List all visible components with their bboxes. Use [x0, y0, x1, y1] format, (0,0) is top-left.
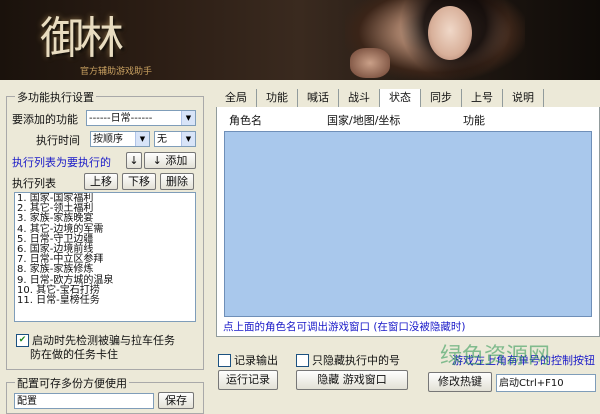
hide-game-window-button[interactable]: 隐藏 游戏窗口	[296, 370, 408, 390]
run-log-button[interactable]: 运行记录	[218, 370, 278, 390]
add-function-select[interactable]: ------日常------ ▼	[86, 110, 196, 126]
tab-global[interactable]: 全局	[216, 89, 257, 107]
exec-time-select[interactable]: 无 ▼	[154, 131, 196, 147]
tab-sync[interactable]: 同步	[421, 89, 462, 107]
hide-exec-checkbox[interactable]: 只隐藏执行中的号	[296, 352, 400, 368]
checkbox-box	[296, 353, 309, 367]
tab-status[interactable]: 状态	[380, 89, 421, 107]
checkbox-box	[218, 353, 231, 367]
exec-time-label: 执行时间	[36, 134, 80, 147]
save-config-button[interactable]: 保存	[158, 392, 194, 409]
exec-list-label: 执行列表	[12, 177, 56, 190]
chevron-down-icon: ▼	[181, 111, 195, 125]
exec-time-value: 无	[157, 134, 167, 145]
list-item[interactable]: 11. 日常-皇榜任务	[17, 295, 193, 306]
add-button-label: 添加	[165, 154, 188, 167]
column-header-location[interactable]: 国家/地图/坐标	[327, 112, 400, 128]
exec-list-hint: 执行列表为要执行的	[12, 156, 111, 169]
record-output-label: 记录输出	[234, 354, 278, 367]
header-banner: 御林 官方辅助游戏助手	[0, 0, 600, 80]
banner-portrait-hand	[350, 48, 390, 78]
tab-bar: 全局 功能 喊话 战斗 状态 同步 上号 说明	[216, 89, 600, 108]
startup-check-label-2: 防在做的任务卡住	[30, 348, 118, 361]
status-tab-panel: 角色名 国家/地图/坐标 功能 点上面的角色名可调出游戏窗口 (在窗口没被隐藏时…	[216, 107, 600, 337]
multi-function-group-title: 多功能执行设置	[15, 89, 96, 105]
config-group-title: 配置可存多份方便使用	[15, 375, 129, 391]
hide-exec-label: 只隐藏执行中的号	[312, 354, 400, 367]
delete-button[interactable]: 删除	[160, 173, 194, 190]
tab-shout[interactable]: 喊话	[298, 89, 339, 107]
column-header-function[interactable]: 功能	[463, 112, 485, 128]
exec-list[interactable]: 1. 国家-国家福利 2. 其它-领土福利 3. 家族-家族晚宴 4. 其它-边…	[14, 192, 196, 322]
tab-help[interactable]: 说明	[503, 89, 544, 107]
start-hotkey-field[interactable]: 启动Ctrl+F10	[496, 374, 596, 392]
tab-combat[interactable]: 战斗	[339, 89, 380, 107]
add-arrow-icon: ↓	[152, 154, 162, 167]
exec-order-select[interactable]: 按顺序 ▼	[90, 131, 150, 147]
config-select[interactable]: 配置	[14, 393, 154, 409]
start-hotkey-value: 启动Ctrl+F10	[499, 378, 564, 389]
character-list[interactable]	[224, 131, 592, 317]
record-output-checkbox[interactable]: 记录输出	[218, 352, 278, 368]
character-list-hint: 点上面的角色名可调出游戏窗口 (在窗口没被隐藏时)	[223, 321, 466, 333]
check-icon: ✔	[16, 333, 29, 347]
app-logo: 御林	[40, 13, 124, 64]
modify-hotkey-button[interactable]: 修改热键	[428, 372, 492, 392]
chevron-down-icon: ▼	[181, 132, 195, 146]
move-up-button[interactable]: 上移	[84, 173, 118, 190]
config-value: 配置	[17, 396, 37, 407]
add-function-label: 要添加的功能	[12, 113, 78, 126]
down-arrow-button[interactable]: ↓	[126, 152, 142, 169]
tab-function[interactable]: 功能	[257, 89, 298, 107]
chevron-down-icon: ▼	[135, 132, 149, 146]
column-header-role[interactable]: 角色名	[229, 112, 262, 128]
move-down-button[interactable]: 下移	[122, 173, 156, 190]
app-logo-subtitle: 官方辅助游戏助手	[80, 67, 153, 77]
game-control-hint: 游戏左上角有单号的控制按钮	[452, 354, 595, 367]
add-function-value: ------日常------	[89, 113, 153, 124]
exec-order-value: 按顺序	[93, 134, 123, 145]
banner-portrait-face	[428, 6, 472, 60]
add-button[interactable]: ↓ 添加	[144, 152, 196, 169]
tab-login[interactable]: 上号	[462, 89, 503, 107]
